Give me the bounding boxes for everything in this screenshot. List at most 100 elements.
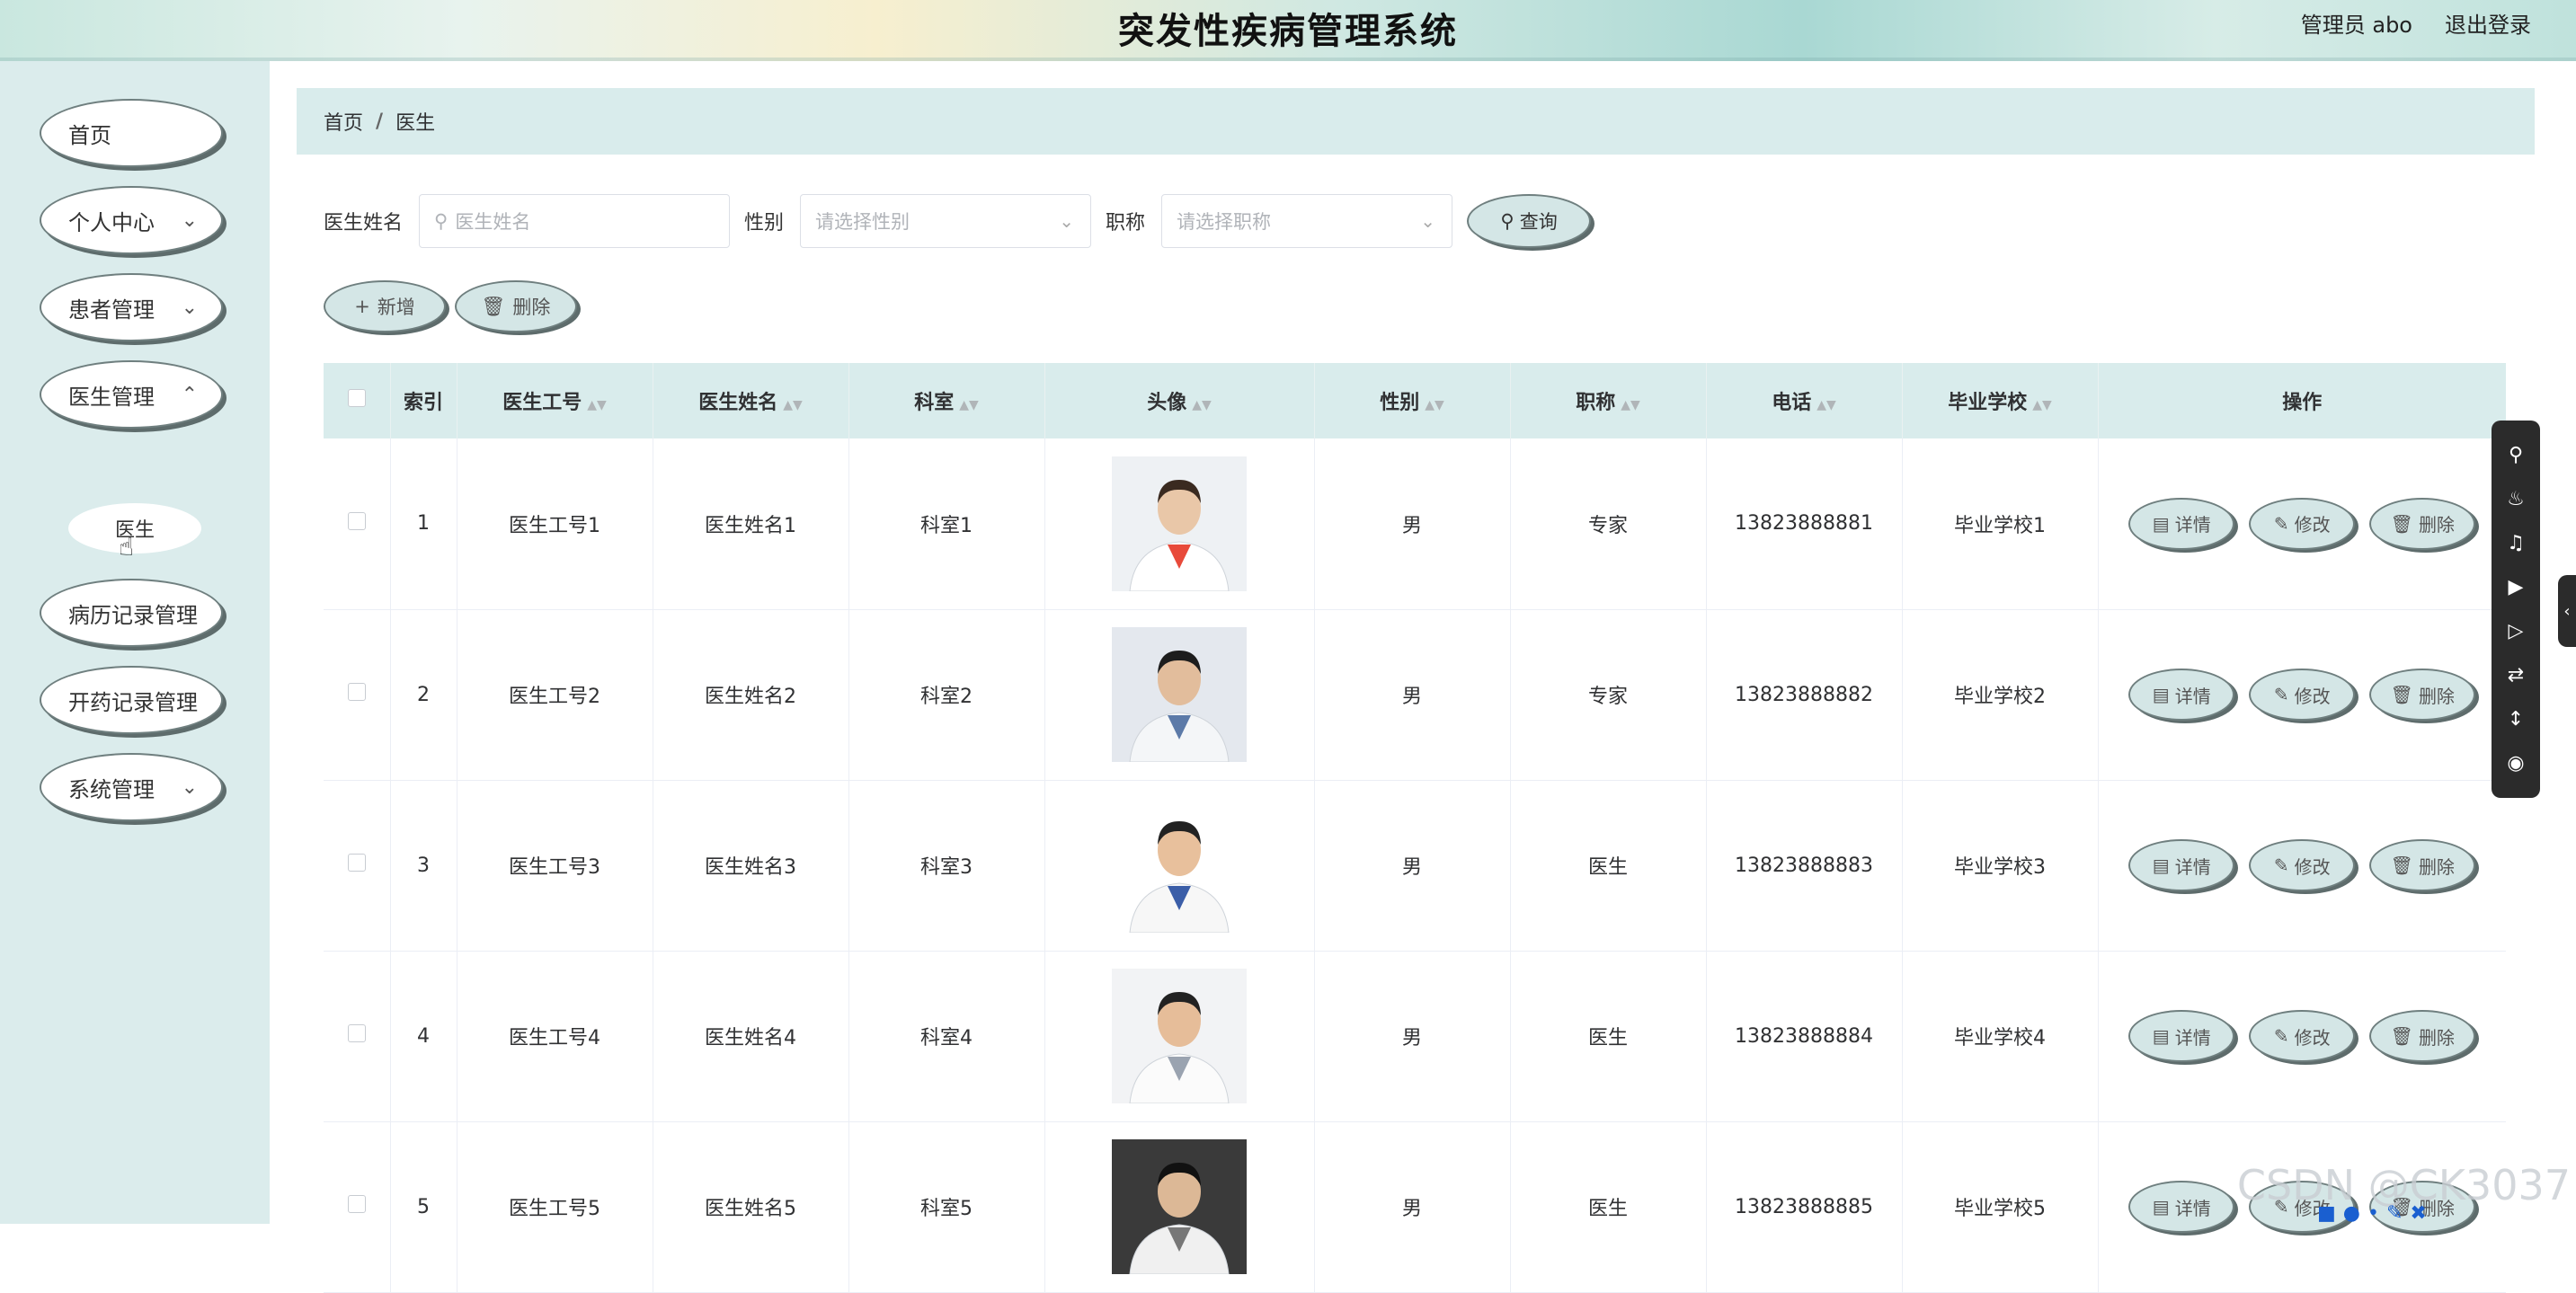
title-placeholder: 请选择职称	[1177, 208, 1271, 235]
detail-button[interactable]: ▤详情	[2128, 1010, 2234, 1062]
sort-icon[interactable]: ▲▼	[959, 398, 979, 412]
cell-doctor-id: 医生工号1	[457, 438, 653, 609]
sort-icon[interactable]: ▲▼	[1425, 398, 1444, 412]
cell-phone: 13823888883	[1706, 780, 1902, 951]
detail-button-label: 详情	[2175, 853, 2211, 879]
cell-avatar	[1044, 780, 1314, 951]
cell-school: 毕业学校1	[1902, 438, 2098, 609]
batch-delete-label: 删除	[512, 293, 550, 320]
ime-logo-icon[interactable]: ■	[2317, 1202, 2336, 1224]
sidebar-item-patient-management[interactable]: 患者管理 ⌄	[40, 273, 223, 341]
cell-dept: 科室5	[848, 1121, 1044, 1292]
sidebar-item-doctor-management[interactable]: 医生管理 ⌃	[40, 360, 223, 429]
scroll-capture-icon[interactable]: ↕	[2508, 708, 2524, 731]
detail-button[interactable]: ▤详情	[2128, 839, 2234, 891]
sidebar-item-label: 系统管理	[68, 772, 155, 803]
sort-icon[interactable]: ▲▼	[2032, 398, 2052, 412]
table-row: 5医生工号5医生姓名5科室5男医生13823888885毕业学校5▤详情✎修改🗑…	[324, 1121, 2506, 1292]
sort-icon[interactable]: ▲▼	[587, 398, 607, 412]
video-record-icon[interactable]: ▶	[2509, 576, 2524, 598]
edit-button[interactable]: ✎修改	[2249, 498, 2355, 550]
detail-button[interactable]: ▤详情	[2128, 1181, 2234, 1233]
detail-button[interactable]: ▤详情	[2128, 498, 2234, 550]
column-header-index: 索引	[390, 363, 457, 438]
screen-share-icon[interactable]: ▷	[2509, 620, 2524, 642]
column-header-doctor-id[interactable]: 医生工号▲▼	[457, 363, 653, 438]
zoom-search-icon[interactable]: ⚲	[2509, 444, 2523, 466]
column-header-avatar[interactable]: 头像▲▼	[1044, 363, 1314, 438]
collapse-tab[interactable]: ‹	[2558, 575, 2576, 647]
sidebar-item-personal-center[interactable]: 个人中心 ⌄	[40, 186, 223, 254]
cell-doctor-name: 医生姓名1	[653, 438, 848, 609]
edit-button[interactable]: ✎修改	[2249, 1010, 2355, 1062]
header-user-area: 管理员 abo 退出登录	[2301, 7, 2531, 39]
row-select-cell	[324, 438, 390, 609]
edit-button[interactable]: ✎修改	[2249, 839, 2355, 891]
batch-delete-button[interactable]: 🗑 删除	[455, 280, 577, 332]
query-button[interactable]: ⚲ 查询	[1467, 194, 1591, 248]
column-header-school[interactable]: 毕业学校▲▼	[1902, 363, 2098, 438]
ime-tools-icon[interactable]: ✖	[2410, 1202, 2426, 1224]
ime-punct-icon[interactable]: •	[2367, 1202, 2379, 1224]
cell-doctor-name: 医生姓名3	[653, 780, 848, 951]
sort-icon[interactable]: ▲▼	[1621, 398, 1640, 412]
cell-doctor-id: 医生工号4	[457, 951, 653, 1121]
column-header-operations: 操作	[2098, 363, 2506, 438]
doctor-name-input[interactable]: ⚲ 医生姓名	[419, 194, 730, 248]
row-checkbox[interactable]	[348, 1024, 366, 1042]
row-select-cell	[324, 609, 390, 780]
detail-button[interactable]: ▤详情	[2128, 669, 2234, 721]
breadcrumb-home[interactable]: 首页	[324, 107, 363, 136]
sidebar-item-home[interactable]: 首页	[40, 99, 223, 167]
edit-button[interactable]: ✎修改	[2249, 669, 2355, 721]
cell-doctor-id: 医生工号5	[457, 1121, 653, 1292]
add-button-label: 新增	[378, 293, 415, 320]
doctor-avatar-image[interactable]	[1112, 798, 1247, 933]
delete-button[interactable]: 🗑删除	[2369, 669, 2475, 721]
delete-button[interactable]: 🗑删除	[2369, 1010, 2475, 1062]
add-button[interactable]: + 新增	[324, 280, 446, 332]
doctor-avatar-image[interactable]	[1112, 969, 1247, 1103]
row-checkbox[interactable]	[348, 683, 366, 701]
sidebar-item-medical-records[interactable]: 病历记录管理	[40, 579, 223, 647]
row-checkbox[interactable]	[348, 512, 366, 530]
sidebar-item-system-management[interactable]: 系统管理 ⌄	[40, 753, 223, 821]
column-header-doctor-name[interactable]: 医生姓名▲▼	[653, 363, 848, 438]
gender-select[interactable]: 请选择性别 ⌄	[800, 194, 1091, 248]
row-select-cell	[324, 951, 390, 1121]
doctor-avatar-image[interactable]	[1112, 1139, 1247, 1274]
table-row: 1医生工号1医生姓名1科室1男专家13823888881毕业学校1▤详情✎修改🗑…	[324, 438, 2506, 609]
sidebar-subitem-doctor[interactable]: 医生	[68, 503, 201, 554]
title-select[interactable]: 请选择职称 ⌄	[1161, 194, 1452, 248]
row-checkbox[interactable]	[348, 854, 366, 872]
document-icon: ▤	[2153, 1025, 2170, 1047]
delete-button[interactable]: 🗑删除	[2369, 839, 2475, 891]
column-header-phone[interactable]: 电话▲▼	[1706, 363, 1902, 438]
column-header-gender[interactable]: 性别▲▼	[1314, 363, 1510, 438]
pencil-icon: ✎	[2274, 684, 2289, 705]
flame-icon[interactable]: ♨	[2507, 488, 2525, 510]
ime-mode-icon[interactable]: ●	[2343, 1202, 2360, 1224]
logout-link[interactable]: 退出登录	[2445, 7, 2531, 39]
music-icon[interactable]: ♫	[2507, 532, 2525, 554]
sidebar-item-prescription-records[interactable]: 开药记录管理	[40, 666, 223, 734]
row-checkbox[interactable]	[348, 1195, 366, 1213]
delete-button[interactable]: 🗑删除	[2369, 498, 2475, 550]
delete-button-label: 删除	[2419, 1023, 2455, 1049]
ime-pen-icon[interactable]: ✎	[2386, 1202, 2403, 1224]
column-header-title[interactable]: 职称▲▼	[1510, 363, 1706, 438]
doctor-avatar-image[interactable]	[1112, 627, 1247, 762]
swap-icon[interactable]: ⇄	[2508, 664, 2524, 686]
sort-icon[interactable]: ▲▼	[1192, 398, 1212, 412]
camera-icon[interactable]: ◉	[2507, 752, 2524, 775]
cell-phone: 13823888882	[1706, 609, 1902, 780]
sort-icon[interactable]: ▲▼	[1817, 398, 1836, 412]
cell-gender: 男	[1314, 780, 1510, 951]
doctor-avatar-image[interactable]	[1112, 456, 1247, 591]
select-all-checkbox[interactable]	[348, 389, 366, 407]
trash-icon: 🗑	[482, 296, 506, 318]
query-button-label: 查询	[1520, 208, 1558, 235]
column-header-dept[interactable]: 科室▲▼	[848, 363, 1044, 438]
sort-icon[interactable]: ▲▼	[783, 398, 803, 412]
cell-dept: 科室1	[848, 438, 1044, 609]
